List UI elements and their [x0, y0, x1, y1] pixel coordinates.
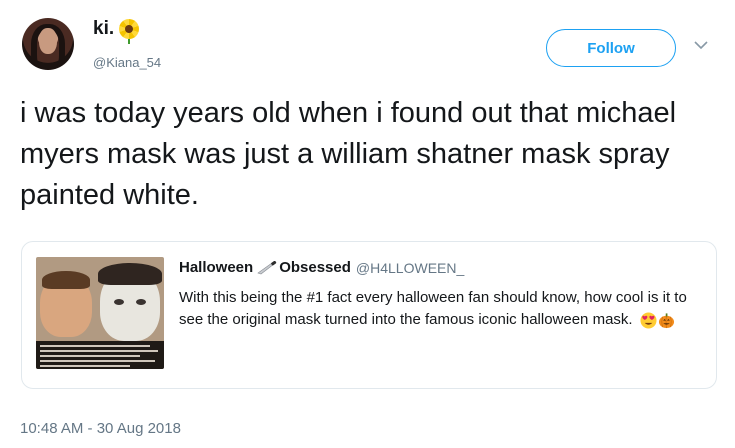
user-handle[interactable]: @Kiana_54 — [93, 55, 161, 70]
display-name[interactable]: ki. — [93, 18, 114, 40]
myers-mask-image — [98, 263, 162, 341]
pumpkin-icon — [658, 312, 674, 328]
tweet-timestamp[interactable]: 10:48 AM - 30 Aug 2018 — [20, 420, 181, 437]
name-row: ki. — [93, 18, 140, 44]
avatar-face — [39, 28, 57, 54]
quoted-tweet-text: With this being the #1 fact every hallow… — [179, 289, 687, 328]
follow-button[interactable]: Follow — [546, 29, 676, 67]
avatar[interactable] — [22, 18, 74, 70]
emoji-row — [639, 312, 675, 329]
tweet-header: ki. @Kiana_54 Follow — [0, 0, 735, 80]
shatner-mask-image — [40, 271, 92, 337]
heart-eyes-icon — [640, 312, 657, 329]
tweet-text: i was today years old when i found out t… — [20, 97, 677, 211]
quoted-tweet-image[interactable] — [36, 257, 164, 369]
quoted-name-part2[interactable]: Obsessed — [279, 259, 351, 276]
quoted-tweet[interactable]: Halloween Obsessed @H4LLOWEEN_ With this… — [21, 241, 717, 389]
quoted-tweet-header: Halloween Obsessed @H4LLOWEEN_ — [179, 259, 464, 276]
quoted-tweet-text-block: With this being the #1 fact every hallow… — [179, 287, 699, 331]
image-caption-strip — [36, 341, 164, 369]
knife-icon — [257, 260, 277, 274]
quoted-name-part1[interactable]: Halloween — [179, 259, 253, 276]
quoted-handle[interactable]: @H4LLOWEEN_ — [356, 260, 464, 276]
sunflower-icon — [118, 18, 140, 44]
chevron-down-icon[interactable] — [694, 40, 708, 50]
